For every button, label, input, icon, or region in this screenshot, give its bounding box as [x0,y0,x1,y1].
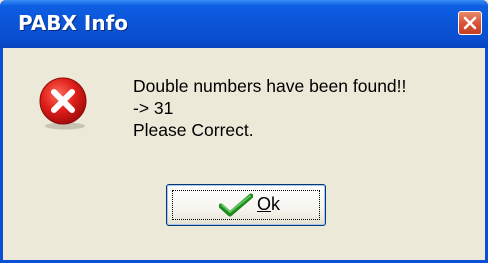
error-icon [39,77,87,130]
dialog-title: PABX Info [18,11,129,35]
message-line: Double numbers have been found!! [133,76,407,96]
close-icon [463,16,477,30]
ok-button[interactable]: Ok [166,184,326,226]
message-line: -> 31 [133,98,174,118]
message-line: Please Correct. [133,120,254,140]
dialog-message: Double numbers have been found!! -> 31 P… [133,75,406,141]
close-button[interactable] [458,11,482,35]
dialog-window: PABX Info Double numbers have been found… [0,0,488,263]
title-bar[interactable]: PABX Info [0,0,488,48]
ok-button-label: Ok [257,194,281,214]
checkmark-icon [219,193,253,217]
